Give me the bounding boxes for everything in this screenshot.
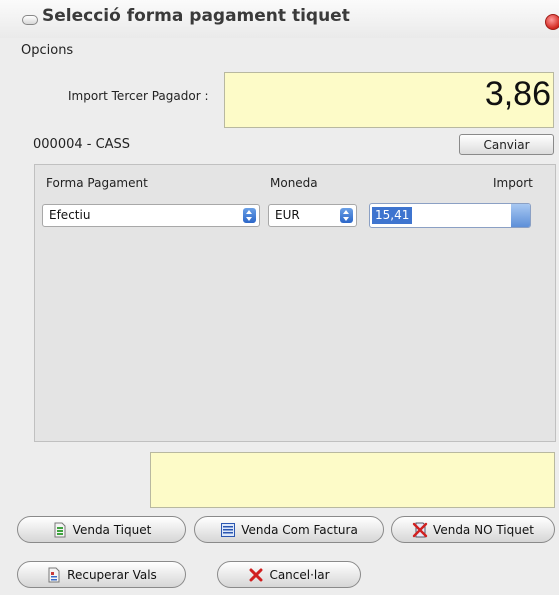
import-value[interactable]: 15,41 <box>372 207 413 224</box>
venda-no-tiquet-label: Venda NO Tiquet <box>433 522 534 537</box>
header-forma-pagament: Forma Pagament <box>46 176 148 190</box>
import-input[interactable]: 15,41 <box>369 203 531 228</box>
venda-tiquet-button[interactable]: Venda Tiquet <box>17 516 186 543</box>
venda-com-factura-button[interactable]: Venda Com Factura <box>194 516 384 543</box>
payment-method-select[interactable]: Efectiu <box>42 204 260 227</box>
cancel-button[interactable]: Cancel·lar <box>217 561 361 588</box>
menu-opcions[interactable]: Opcions <box>21 43 73 58</box>
import-field-knob[interactable] <box>511 204 530 227</box>
third-payer-label: Import Tercer Pagador : <box>68 89 209 103</box>
currency-stepper-icon[interactable] <box>340 208 353 223</box>
payment-method-stepper-icon[interactable] <box>243 208 256 223</box>
no-ticket-x-icon <box>412 522 428 537</box>
recuperar-vals-label: Recuperar Vals <box>67 567 157 582</box>
third-payer-amount: 3,86 <box>484 75 551 113</box>
venda-no-tiquet-button[interactable]: Venda NO Tiquet <box>391 516 555 543</box>
venda-tiquet-label: Venda Tiquet <box>72 522 152 537</box>
recuperar-vals-button[interactable]: Recuperar Vals <box>17 561 186 588</box>
third-payer-amount-box: 3,86 <box>224 72 554 128</box>
change-button[interactable]: Canviar <box>459 134 554 155</box>
invoice-list-icon <box>221 522 236 537</box>
currency-value: EUR <box>275 208 300 222</box>
payment-method-value: Efectiu <box>49 208 91 222</box>
header-import: Import <box>493 176 533 190</box>
currency-select[interactable]: EUR <box>268 204 357 227</box>
document-green-icon <box>54 522 66 537</box>
venda-com-factura-label: Venda Com Factura <box>241 522 358 537</box>
red-x-icon <box>249 568 263 581</box>
window-toggle-pill[interactable] <box>22 15 38 25</box>
close-button[interactable] <box>545 14 559 30</box>
message-box <box>150 452 555 508</box>
third-payer-entity: 000004 - CASS <box>33 137 131 152</box>
cancel-label: Cancel·lar <box>269 567 330 582</box>
header-moneda: Moneda <box>270 176 318 190</box>
voucher-icon <box>48 567 60 582</box>
window-title: Selecció forma pagament tiquet <box>42 6 350 26</box>
